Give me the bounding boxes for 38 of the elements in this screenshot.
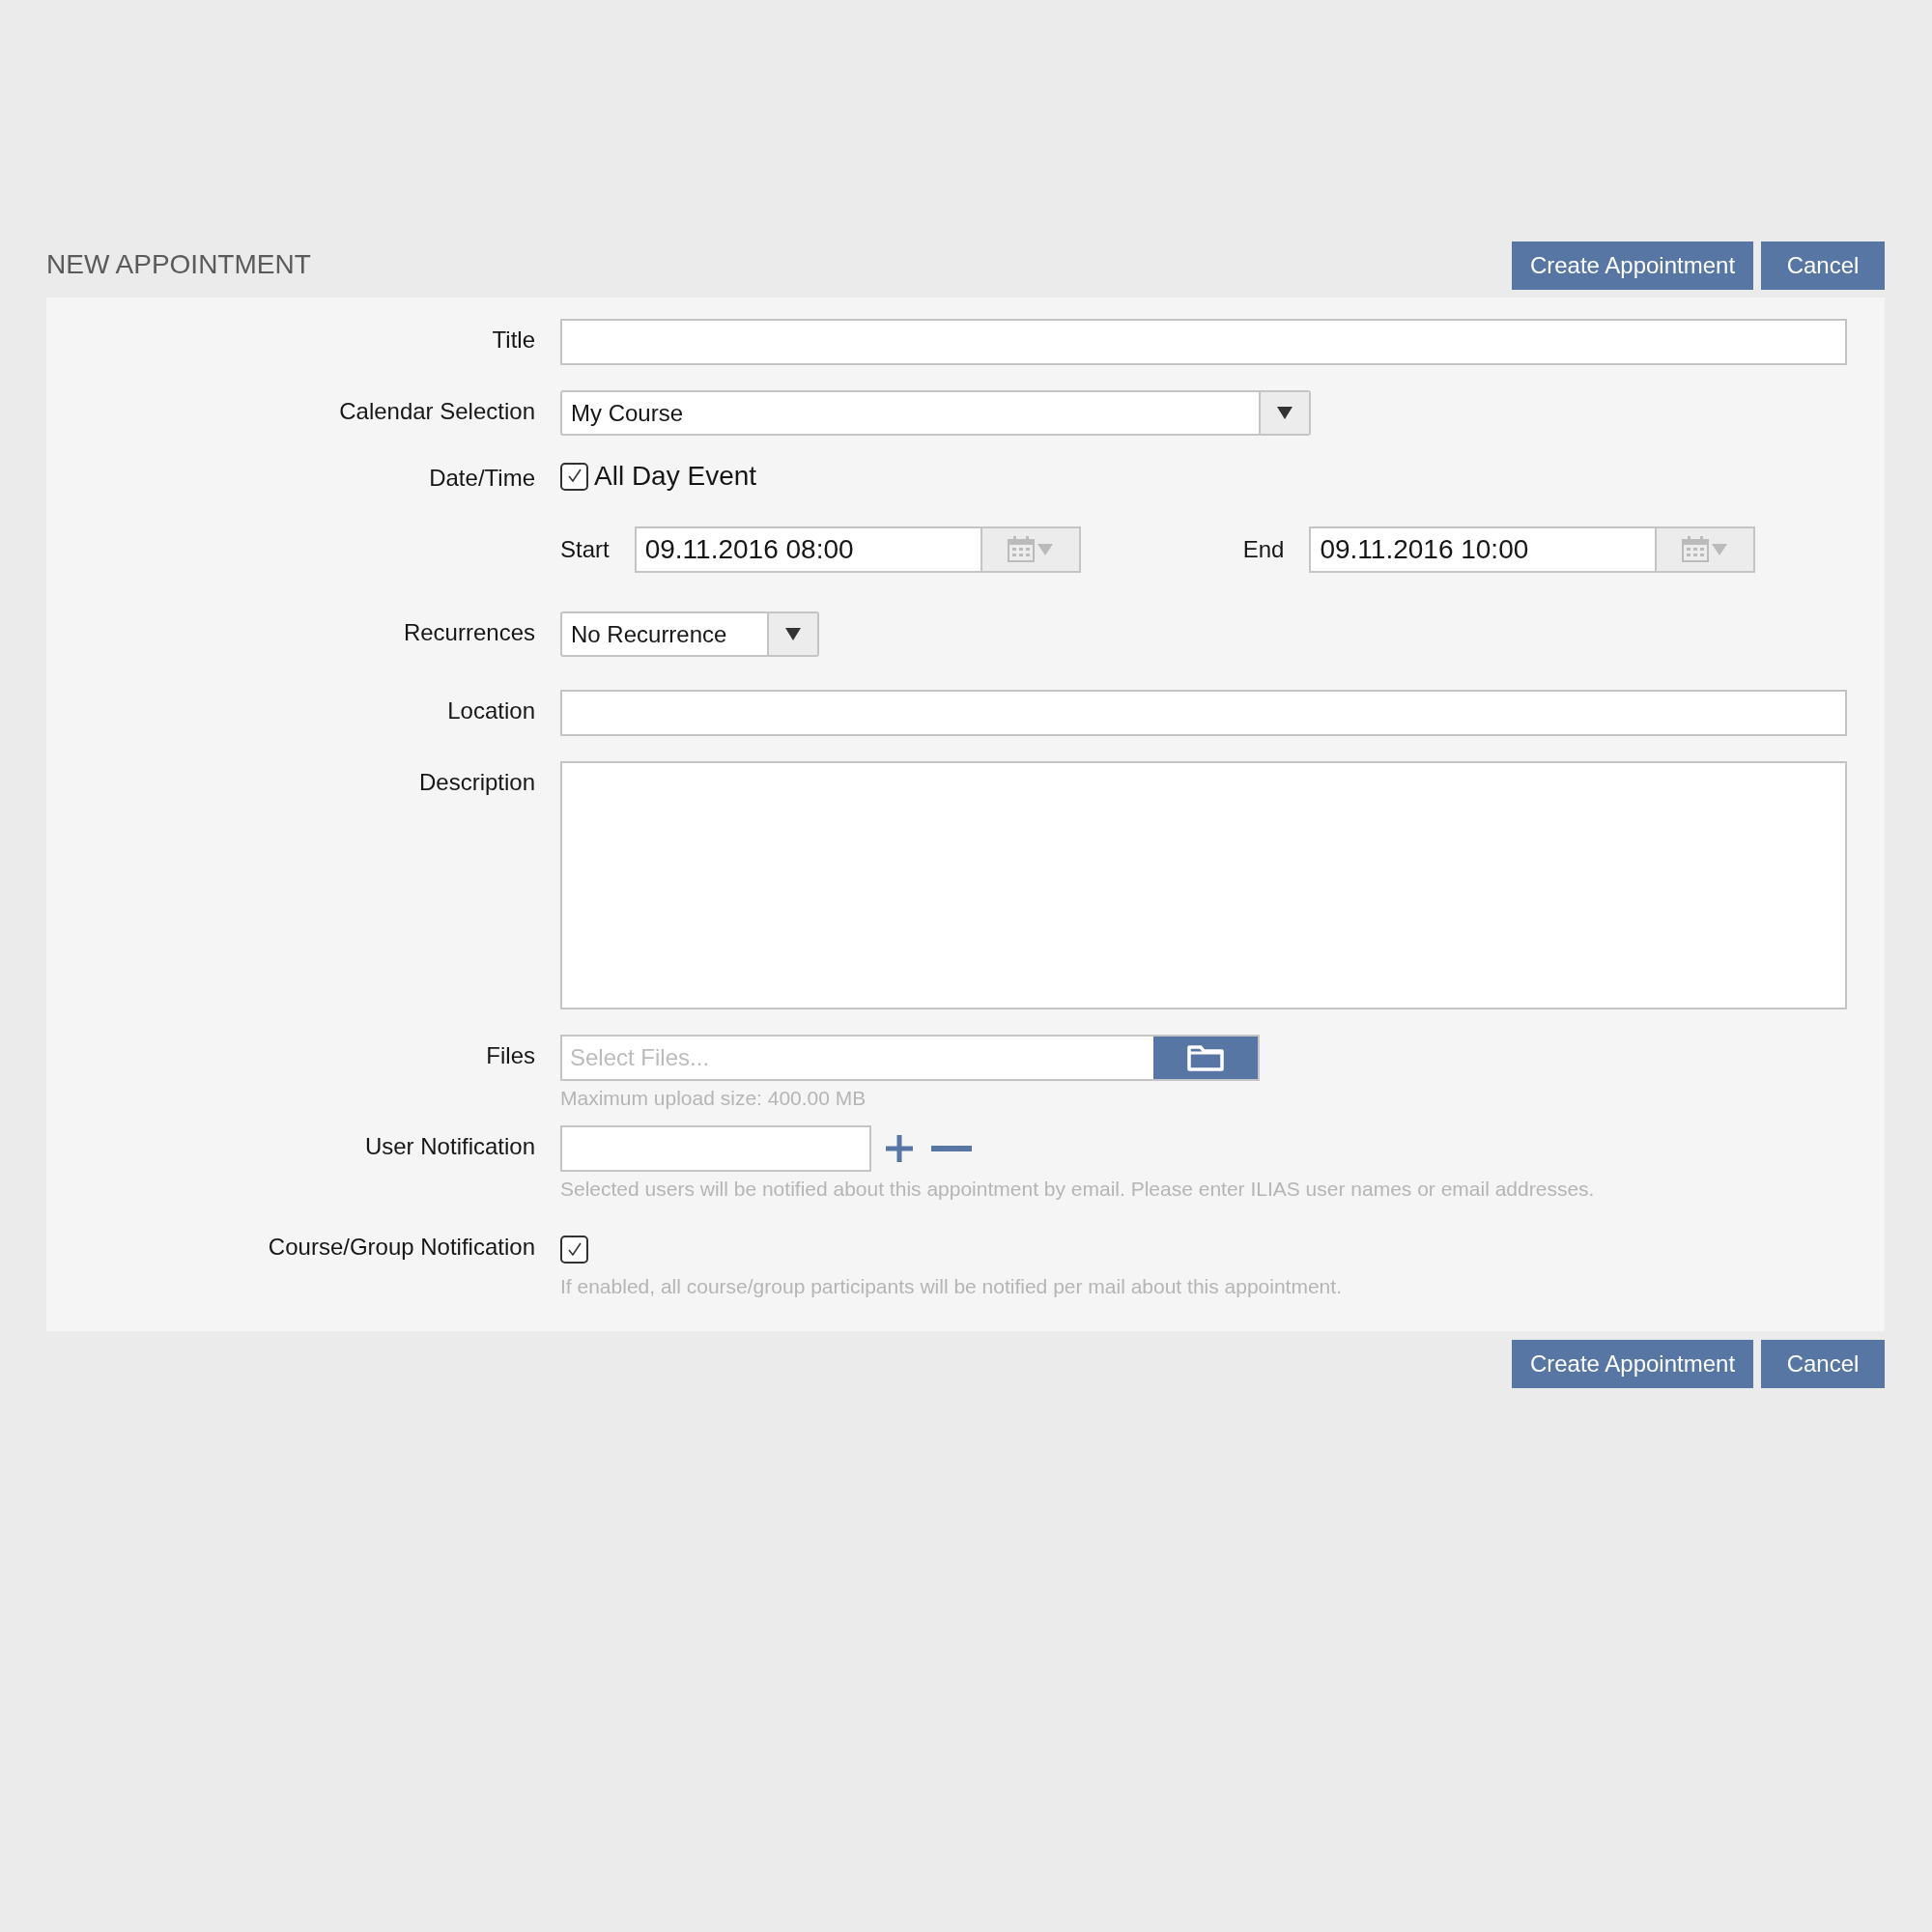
- date-field[interactable]: 09.11.2016 10:00: [1309, 526, 1756, 573]
- field-label: User Notification: [364, 1133, 535, 1159]
- create-appointment-button[interactable]: Create Appointment: [1512, 1340, 1753, 1388]
- select-field[interactable]: My Course: [560, 390, 1311, 436]
- dropdown-arrow-icon: [785, 628, 801, 640]
- field-label: Course/Group Notification: [268, 1234, 535, 1260]
- field-label: Files: [486, 1042, 535, 1068]
- calendar-icon: [1681, 535, 1730, 564]
- dropdown-arrow-icon: [1277, 407, 1293, 419]
- cancel-button[interactable]: Cancel: [1761, 1340, 1885, 1388]
- form-title: NEW APPOINTMENT: [46, 249, 311, 280]
- hint-text: If enabled, all course/group participants will be notified per mail about this appointment.: [560, 1275, 1342, 1298]
- field-label: Calendar Selection: [339, 398, 535, 424]
- field-label: Title: [492, 327, 535, 353]
- checkbox[interactable]: [560, 1236, 588, 1264]
- date-field[interactable]: 09.11.2016 08:00: [634, 526, 1081, 573]
- add-icon[interactable]: [885, 1134, 914, 1163]
- checkbox-label: All Day Event: [594, 461, 757, 492]
- select-field[interactable]: No Recurrence: [560, 611, 819, 657]
- hint-text: Maximum upload size: 400.00 MB: [560, 1087, 867, 1110]
- date-label: Start: [560, 536, 610, 563]
- hint-text: Selected users will be notified about this appointment by email. Please enter ILIAS user names or email addresses.: [560, 1178, 1595, 1201]
- description-field[interactable]: [560, 761, 1847, 1009]
- date-label: End: [1242, 536, 1285, 563]
- checkbox[interactable]: [560, 462, 588, 491]
- text-field[interactable]: [560, 319, 1847, 365]
- check-icon: [565, 468, 583, 485]
- field-label: Location: [447, 697, 535, 724]
- calendar-icon: [1006, 535, 1055, 564]
- field-label: Date/Time: [429, 465, 535, 491]
- user-field[interactable]: [560, 1125, 871, 1172]
- text-field[interactable]: [560, 690, 1847, 736]
- create-appointment-button[interactable]: Create Appointment: [1512, 242, 1753, 290]
- field-label: Description: [418, 769, 535, 795]
- cancel-button[interactable]: Cancel: [1761, 242, 1885, 290]
- field-label: Recurrences: [403, 619, 535, 645]
- check-icon: [565, 1240, 583, 1259]
- remove-icon[interactable]: [931, 1146, 972, 1151]
